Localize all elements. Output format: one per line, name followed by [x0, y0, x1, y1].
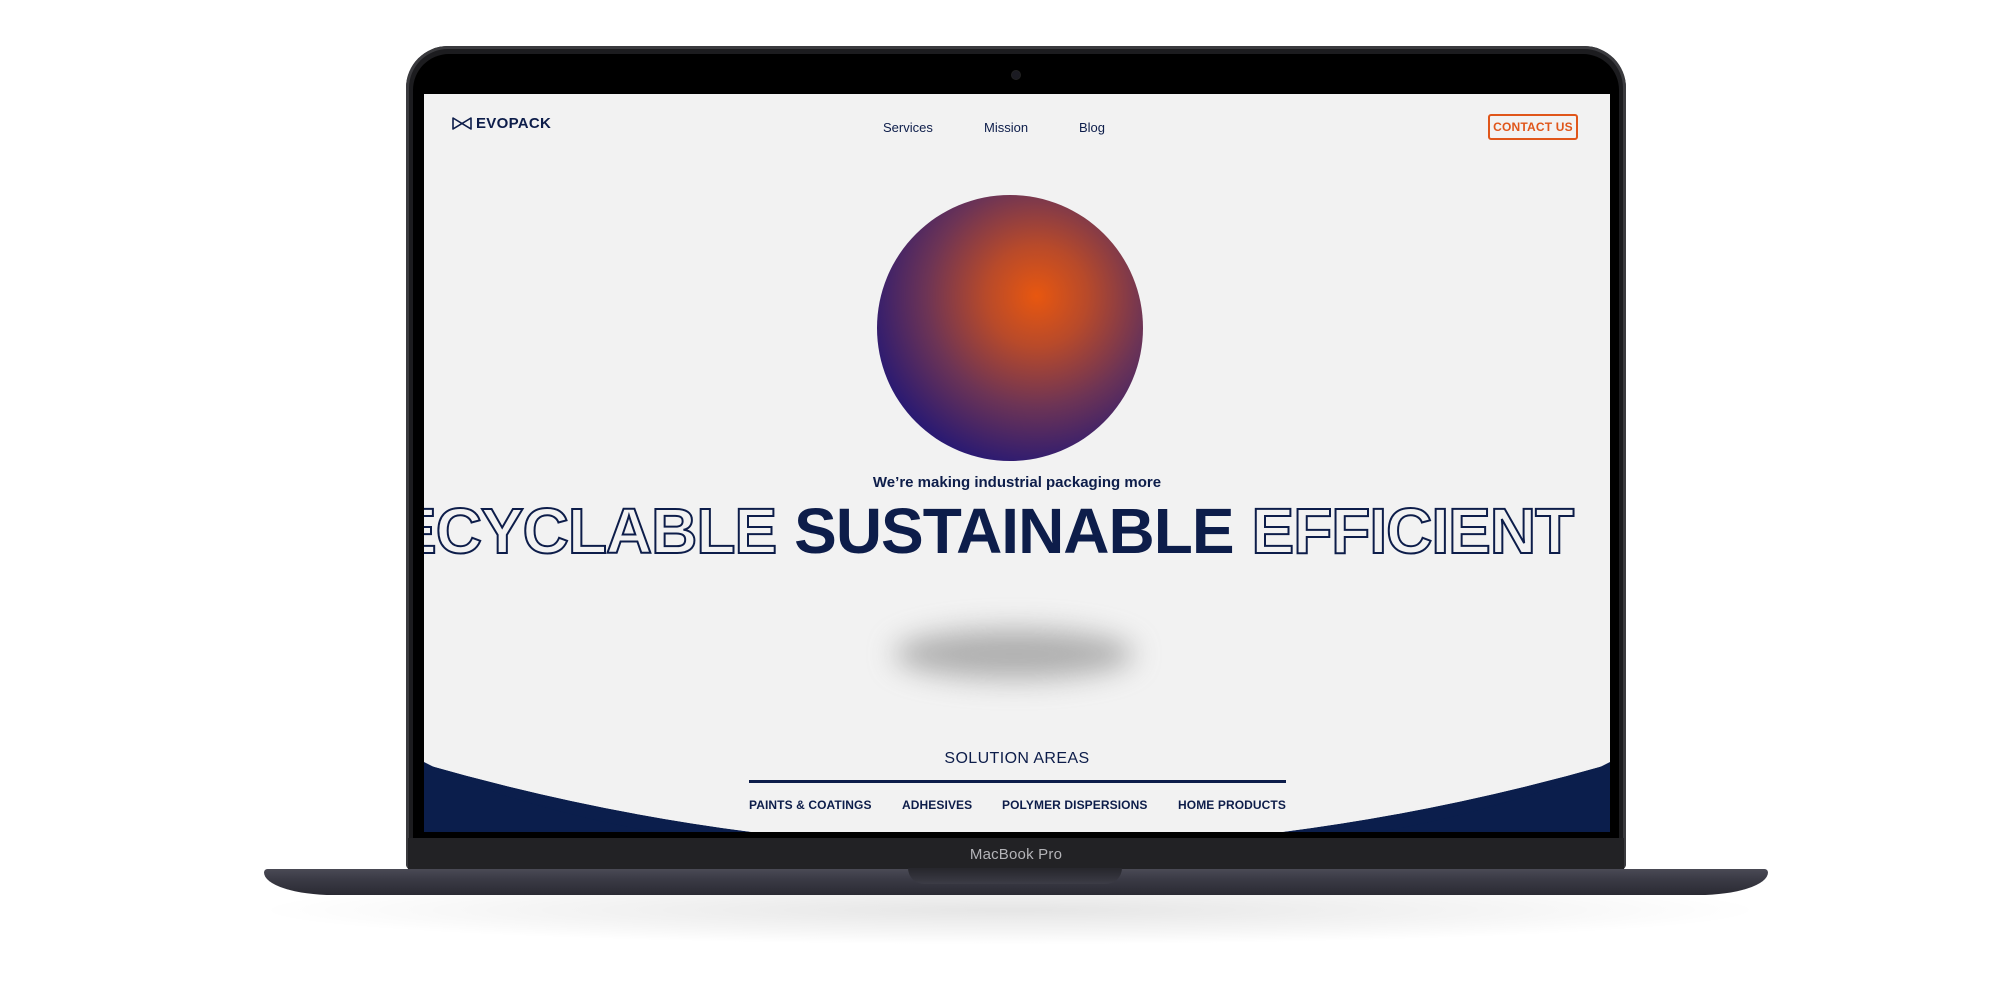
hero-gradient-orb: [877, 195, 1143, 461]
laptop-notch: [908, 868, 1122, 884]
solutions-tabs: PAINTS & COATINGS ADHESIVES POLYMER DISP…: [749, 798, 1286, 816]
orb-shadow: [894, 629, 1134, 679]
hero-word-marquee: ECYCLABLE SUSTAINABLE EFFICIENT: [424, 494, 1591, 569]
tab-paints-coatings[interactable]: PAINTS & COATINGS: [749, 798, 872, 812]
nav-link-blog[interactable]: Blog: [1079, 120, 1105, 135]
marquee-word-sustainable: SUSTAINABLE: [794, 495, 1234, 567]
website-screen: EVOPACK Services Mission Blog CONTACT US…: [424, 94, 1610, 832]
tab-home-products[interactable]: HOME PRODUCTS: [1178, 798, 1286, 812]
nav-link-services[interactable]: Services: [883, 120, 933, 135]
brand-name: EVOPACK: [476, 115, 552, 132]
tab-adhesives[interactable]: ADHESIVES: [902, 798, 972, 812]
marquee-word-recyclable: ECYCLABLE: [424, 494, 778, 568]
brand-logo[interactable]: EVOPACK: [452, 115, 551, 132]
bowtie-logo-icon: [452, 117, 472, 130]
tab-polymer-dispersions[interactable]: POLYMER DISPERSIONS: [1002, 798, 1148, 812]
hero-tagline: We’re making industrial packaging more: [872, 474, 1162, 491]
nav-link-mission[interactable]: Mission: [984, 120, 1028, 135]
solutions-divider: [749, 780, 1286, 783]
contact-us-button[interactable]: CONTACT US: [1488, 114, 1578, 140]
bottom-navy-curve: [424, 744, 1610, 832]
device-label: MacBook Pro: [969, 846, 1063, 863]
solutions-title: SOLUTION AREAS: [944, 750, 1090, 767]
marquee-word-efficient: EFFICIENT: [1251, 494, 1576, 568]
camera-icon: [1012, 71, 1020, 79]
